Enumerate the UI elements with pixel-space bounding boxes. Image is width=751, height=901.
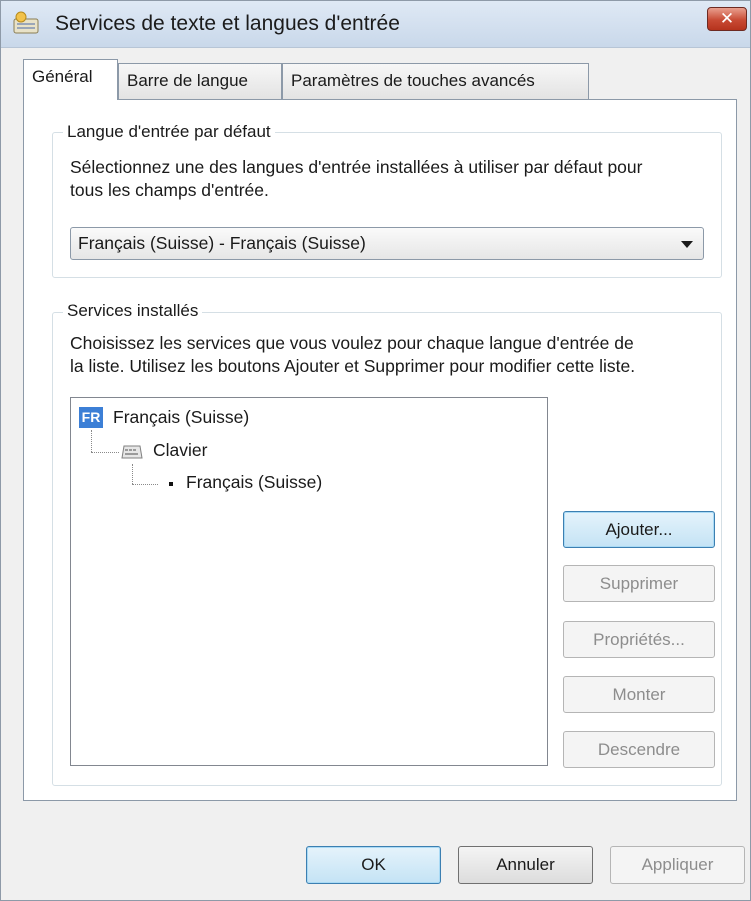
dialog-window: Services de texte et langues d'entrée ✕ … xyxy=(0,0,751,901)
installed-services-tree[interactable]: FR Français (Suisse) Clavier Français (S… xyxy=(70,397,548,766)
default-language-description-line1: Sélectionnez une des langues d'entrée in… xyxy=(70,157,643,177)
add-button[interactable]: Ajouter... xyxy=(563,511,715,548)
default-language-selected-value: Français (Suisse) - Français (Suisse) xyxy=(78,233,366,253)
tree-item-category[interactable]: Clavier xyxy=(153,440,207,461)
keyboard-icon xyxy=(121,445,143,459)
tree-connector xyxy=(132,484,158,485)
ok-button[interactable]: OK xyxy=(306,846,441,884)
installed-services-description-line1: Choisissez les services que vous voulez … xyxy=(70,333,634,353)
tab-advanced-key-settings[interactable]: Paramètres de touches avancés xyxy=(282,63,589,99)
cancel-button[interactable]: Annuler xyxy=(458,846,593,884)
tab-language-bar[interactable]: Barre de langue xyxy=(118,63,282,99)
apply-button-label: Appliquer xyxy=(641,855,714,874)
default-language-description-line2: tous les champs d'entrée. xyxy=(70,180,269,200)
tab-label: Barre de langue xyxy=(127,71,248,90)
tree-connector xyxy=(132,464,133,484)
ok-button-label: OK xyxy=(361,855,386,874)
tree-connector xyxy=(91,452,119,453)
installed-services-description-line2: la liste. Utilisez les boutons Ajouter e… xyxy=(70,356,636,376)
move-up-button-label: Monter xyxy=(612,685,666,704)
default-language-dropdown[interactable]: Français (Suisse) - Français (Suisse) xyxy=(70,227,704,260)
move-down-button[interactable]: Descendre xyxy=(563,731,715,768)
close-icon: ✕ xyxy=(719,9,735,28)
move-up-button[interactable]: Monter xyxy=(563,676,715,713)
chevron-down-icon xyxy=(681,241,693,248)
bullet-icon xyxy=(169,482,173,486)
cancel-button-label: Annuler xyxy=(496,855,555,874)
remove-button-label: Supprimer xyxy=(599,574,679,593)
tree-connector xyxy=(91,430,92,452)
tree-item-language[interactable]: Français (Suisse) xyxy=(113,407,249,428)
language-badge: FR xyxy=(79,407,103,428)
text-services-icon xyxy=(13,11,39,34)
properties-button-label: Propriétés... xyxy=(593,630,685,649)
close-button[interactable]: ✕ xyxy=(707,7,747,31)
tab-label: Paramètres de touches avancés xyxy=(291,71,535,90)
tree-item-keyboard[interactable]: Français (Suisse) xyxy=(186,472,322,493)
tab-general[interactable]: Général xyxy=(23,59,118,100)
add-button-label: Ajouter... xyxy=(605,520,673,539)
window-title: Services de texte et langues d'entrée xyxy=(55,12,400,35)
remove-button[interactable]: Supprimer xyxy=(563,565,715,602)
tab-label: Général xyxy=(32,67,93,86)
move-down-button-label: Descendre xyxy=(597,740,681,759)
installed-services-group-title: Services installés xyxy=(63,301,203,321)
title-bar[interactable]: Services de texte et langues d'entrée ✕ xyxy=(1,1,750,48)
apply-button[interactable]: Appliquer xyxy=(610,846,745,884)
properties-button[interactable]: Propriétés... xyxy=(563,621,715,658)
default-language-group-title: Langue d'entrée par défaut xyxy=(63,122,275,142)
